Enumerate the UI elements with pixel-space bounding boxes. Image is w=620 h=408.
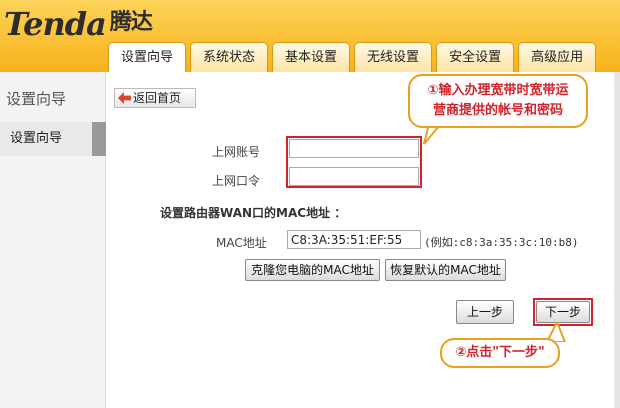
restore-mac-button[interactable]: 恢复默认的MAC地址 bbox=[385, 259, 506, 281]
mac-label: MAC地址 bbox=[216, 236, 267, 250]
next-step-button[interactable]: 下一步 bbox=[536, 301, 590, 323]
sidebar: 设置向导 设置向导 bbox=[0, 72, 106, 408]
tab-basic-settings[interactable]: 基本设置 bbox=[272, 42, 351, 72]
main-tabs: 设置向导 系统状态 基本设置 无线设置 安全设置 高级应用 bbox=[108, 42, 600, 72]
tab-advanced[interactable]: 高级应用 bbox=[518, 42, 597, 72]
mac-input[interactable] bbox=[287, 230, 421, 249]
mac-section-title: 设置路由器WAN口的MAC地址 ： bbox=[160, 206, 347, 220]
sidebar-title: 设置向导 bbox=[6, 90, 67, 108]
callout1-line2: 营商提供的帐号和密码 bbox=[432, 103, 563, 118]
credentials-highlight bbox=[286, 136, 422, 188]
tab-security-settings[interactable]: 安全设置 bbox=[436, 42, 515, 72]
tab-wireless-settings[interactable]: 无线设置 bbox=[354, 42, 433, 72]
tab-system-status[interactable]: 系统状态 bbox=[190, 42, 269, 72]
logo-cn: 腾达 bbox=[109, 10, 153, 35]
back-home-button[interactable]: 返回首页 bbox=[114, 88, 196, 108]
prev-step-button[interactable]: 上一步 bbox=[456, 300, 514, 324]
scroll-edge bbox=[614, 72, 620, 408]
tab-setup-wizard[interactable]: 设置向导 bbox=[108, 42, 187, 72]
password-label: 上网口令 bbox=[212, 174, 261, 188]
tenda-logo: Tenda 腾达 bbox=[4, 4, 153, 43]
account-label: 上网账号 bbox=[212, 145, 261, 159]
callout-enter-credentials: ①输入办理宽带时宽带运 营商提供的帐号和密码 bbox=[408, 74, 588, 128]
callout1-line1: ①输入办理宽带时宽带运 bbox=[427, 83, 569, 98]
sidebar-item-setup-wizard[interactable]: 设置向导 bbox=[0, 122, 106, 156]
clone-mac-button[interactable]: 克隆您电脑的MAC地址 bbox=[245, 259, 380, 281]
back-home-label: 返回首页 bbox=[133, 91, 182, 105]
callout-click-next: ②点击"下一步" bbox=[440, 338, 560, 368]
header: Tenda 腾达 设置向导 系统状态 基本设置 无线设置 安全设置 高级应用 bbox=[0, 0, 620, 72]
logo-text: Tenda bbox=[4, 5, 107, 43]
mac-example: (例如:c8:3a:35:3c:10:b8) bbox=[424, 236, 579, 249]
back-arrow-icon bbox=[118, 92, 131, 104]
